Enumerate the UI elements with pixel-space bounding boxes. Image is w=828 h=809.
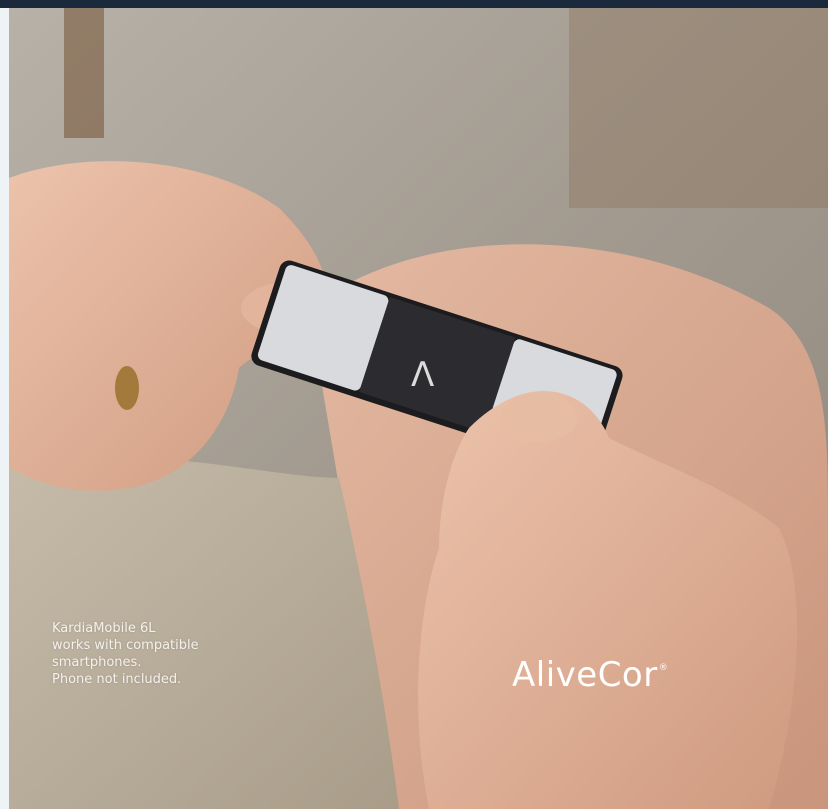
product-photo: Λ <box>9 8 828 809</box>
device-logo-glyph: Λ <box>411 355 434 395</box>
photo-illustration: Λ <box>9 8 828 809</box>
left-strip <box>0 8 9 809</box>
alivecor-logo: AliveCor® <box>512 655 668 695</box>
top-bar <box>0 0 828 8</box>
product-caption: KardiaMobile 6L works with compatible sm… <box>52 620 272 688</box>
caption-line: Phone not included. <box>52 672 182 687</box>
caption-line: works with compatible <box>52 638 199 653</box>
caption-line: KardiaMobile 6L <box>52 621 156 636</box>
caption-line: smartphones. <box>52 655 142 670</box>
registered-mark: ® <box>658 663 669 673</box>
logo-text: AliveCor <box>512 655 658 695</box>
